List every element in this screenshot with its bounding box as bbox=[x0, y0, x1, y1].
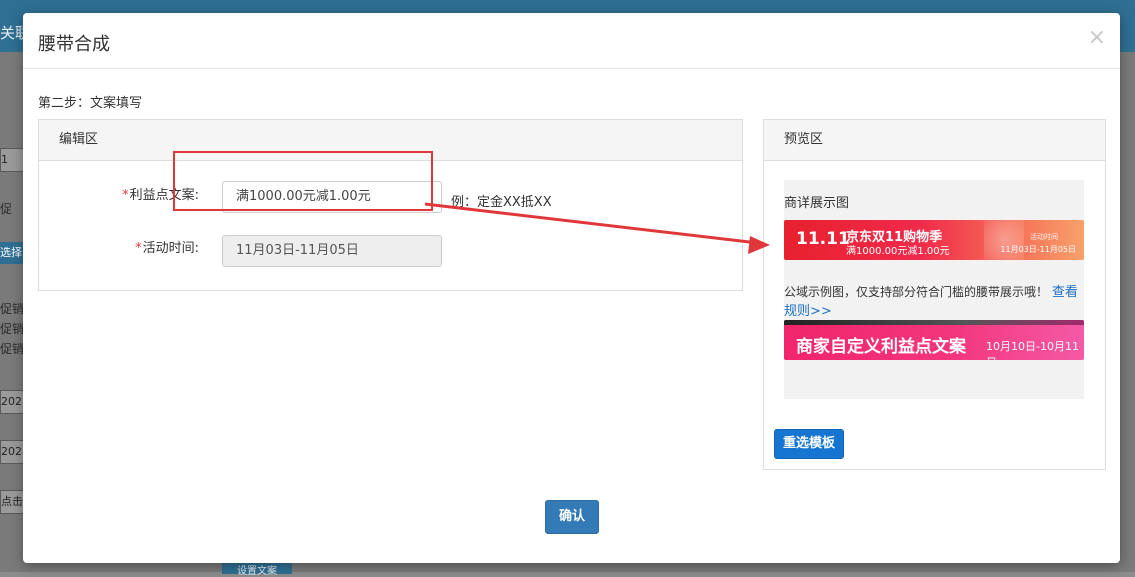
reselect-template-button[interactable]: 重选模板 bbox=[774, 429, 844, 459]
detail-banner-image: 11.11 京东双11购物季 满1000.00元减1.00元 活动时间 11月0… bbox=[784, 220, 1084, 260]
close-icon[interactable]: × bbox=[1088, 25, 1106, 50]
preview-panel-title: 预览区 bbox=[764, 120, 1105, 161]
custom-benefit-text: 商家自定义利益点文案 bbox=[796, 337, 966, 357]
background-bottom-button: 设置文案 bbox=[222, 562, 292, 577]
activity-time-label: *活动时间: bbox=[79, 237, 199, 256]
required-mark: * bbox=[135, 241, 142, 256]
banner-time-label: 活动时间 bbox=[1030, 233, 1058, 241]
modal-dialog: 腰带合成 × 第二步：文案填写 编辑区 *利益点文案: 满1000.00元减1.… bbox=[23, 13, 1120, 563]
background-text: 促销 bbox=[0, 302, 25, 316]
preview-panel: 预览区 商详展示图 11.11 京东双11购物季 满1000.00元减1.00元… bbox=[763, 119, 1106, 470]
background-click-button: 点击 bbox=[0, 490, 24, 514]
background-date-input: 202 bbox=[0, 440, 24, 464]
note-text: 公域示例图，仅支持部分符合门槛的腰带展示哦！ bbox=[784, 285, 1049, 299]
double11-logo: 11.11 bbox=[796, 229, 850, 249]
banner-time: 11月03日-11月05日 bbox=[1000, 245, 1076, 254]
background-text: 促销 bbox=[0, 322, 25, 336]
background-text: 促销 bbox=[0, 342, 25, 356]
detail-label: 商详展示图 bbox=[784, 196, 850, 211]
background-input: 1 bbox=[0, 148, 24, 172]
background-date-input: 202 bbox=[0, 390, 24, 414]
benefit-hint: 例：定金XX抵XX bbox=[451, 195, 552, 210]
highlight-box bbox=[173, 151, 433, 211]
preview-area: 商详展示图 11.11 京东双11购物季 满1000.00元减1.00元 活动时… bbox=[784, 180, 1084, 399]
activity-time-input: 11月03日-11月05日 bbox=[222, 235, 442, 267]
modal-header: 腰带合成 × bbox=[23, 13, 1120, 69]
modal-title: 腰带合成 bbox=[38, 34, 110, 55]
step-label: 第二步：文案填写 bbox=[38, 96, 143, 111]
background-select-button: 选择 bbox=[0, 242, 24, 264]
required-mark: * bbox=[122, 188, 129, 203]
public-domain-note: 公域示例图，仅支持部分符合门槛的腰带展示哦！ 查看规则>> bbox=[784, 283, 1084, 321]
custom-banner-date: 10月10日-10月11日 bbox=[986, 340, 1079, 360]
confirm-button[interactable]: 确认 bbox=[545, 500, 599, 534]
background-radio-label: 促 bbox=[0, 202, 13, 216]
activity-time-label-text: 活动时间: bbox=[142, 241, 199, 256]
public-banner-image: 商家自定义利益点文案 10月10日-10月11日 bbox=[784, 320, 1084, 360]
banner-benefit-text: 满1000.00元减1.00元 bbox=[846, 246, 950, 257]
banner-top-strip bbox=[784, 320, 1084, 325]
